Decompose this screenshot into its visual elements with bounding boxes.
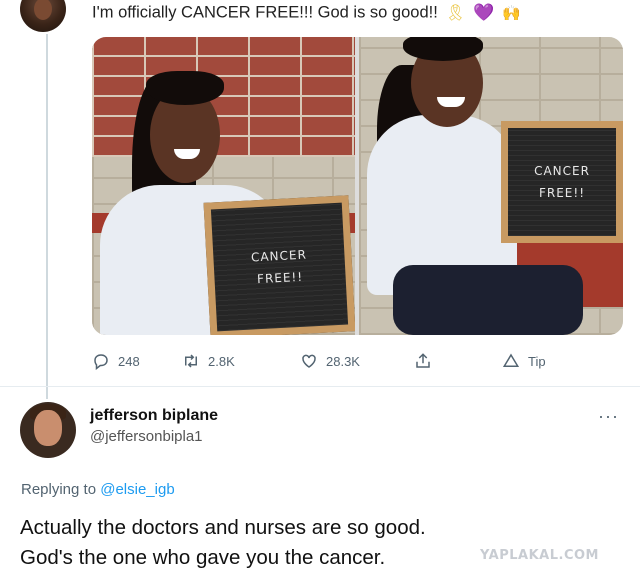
reply-count: 248 [118,353,140,369]
divider [0,386,640,387]
retweet-count: 2.8K [208,353,235,369]
watermark: YAPLAKAL.COM [480,548,599,563]
letter-board-left: CANCER FREE!! [203,195,355,335]
like-action[interactable]: 28.3K [300,352,360,370]
tweet-text: I'm officially CANCER FREE!!! God is so … [92,3,521,23]
board-right-line-2: FREE!! [538,186,586,200]
author-avatar[interactable] [20,0,66,32]
photo-right[interactable]: CANCER FREE!! [359,37,623,335]
board-right-line-1: CANCER [534,164,590,178]
like-count: 28.3K [326,353,360,369]
tip-action[interactable]: Tip [502,352,546,370]
board-left-line-1: CANCER [250,247,308,265]
letter-board-right: CANCER FREE!! [501,121,623,243]
reply-author-handle[interactable]: @jeffersonbipla1 [90,428,203,445]
photo-left[interactable]: CANCER FREE!! [92,37,355,335]
tweet-media[interactable]: CANCER FREE!! CANCER FREE!! [92,37,623,335]
tweet-actions: 248 2.8K 28.3K Tip [92,352,552,376]
retweet-icon [185,354,197,368]
reply-line-1: Actually the doctors and nurses are so g… [20,516,426,539]
tip-label: Tip [528,353,546,369]
retweet-action[interactable]: 2.8K [182,352,235,370]
reply-author-name[interactable]: jefferson biplane [90,407,218,425]
ribbon-icon: 🎗 [445,5,466,22]
replying-to: Replying to @elsie_igb [21,481,175,498]
reply-author-avatar[interactable] [20,402,76,458]
share-icon [416,353,430,368]
reply-text: Actually the doctors and nurses are so g… [20,513,426,573]
thread-line [46,34,48,399]
share-action[interactable] [414,352,432,370]
board-left-line-2: FREE!! [256,269,304,287]
reply-action[interactable]: 248 [92,352,140,370]
more-options-icon[interactable]: ··· [598,406,619,427]
reply-icon [94,354,108,370]
purple-heart-icon: 💜 [473,3,495,22]
replying-to-link[interactable]: @elsie_igb [100,481,174,498]
tweet-text-content: I'm officially CANCER FREE!!! God is so … [92,3,438,22]
raised-hands-icon: 🙌 [502,5,521,22]
reply-line-2: God's the one who gave you the cancer. [20,546,386,569]
heart-icon [302,354,316,368]
replying-prefix: Replying to [21,481,97,498]
tip-icon [502,353,520,367]
